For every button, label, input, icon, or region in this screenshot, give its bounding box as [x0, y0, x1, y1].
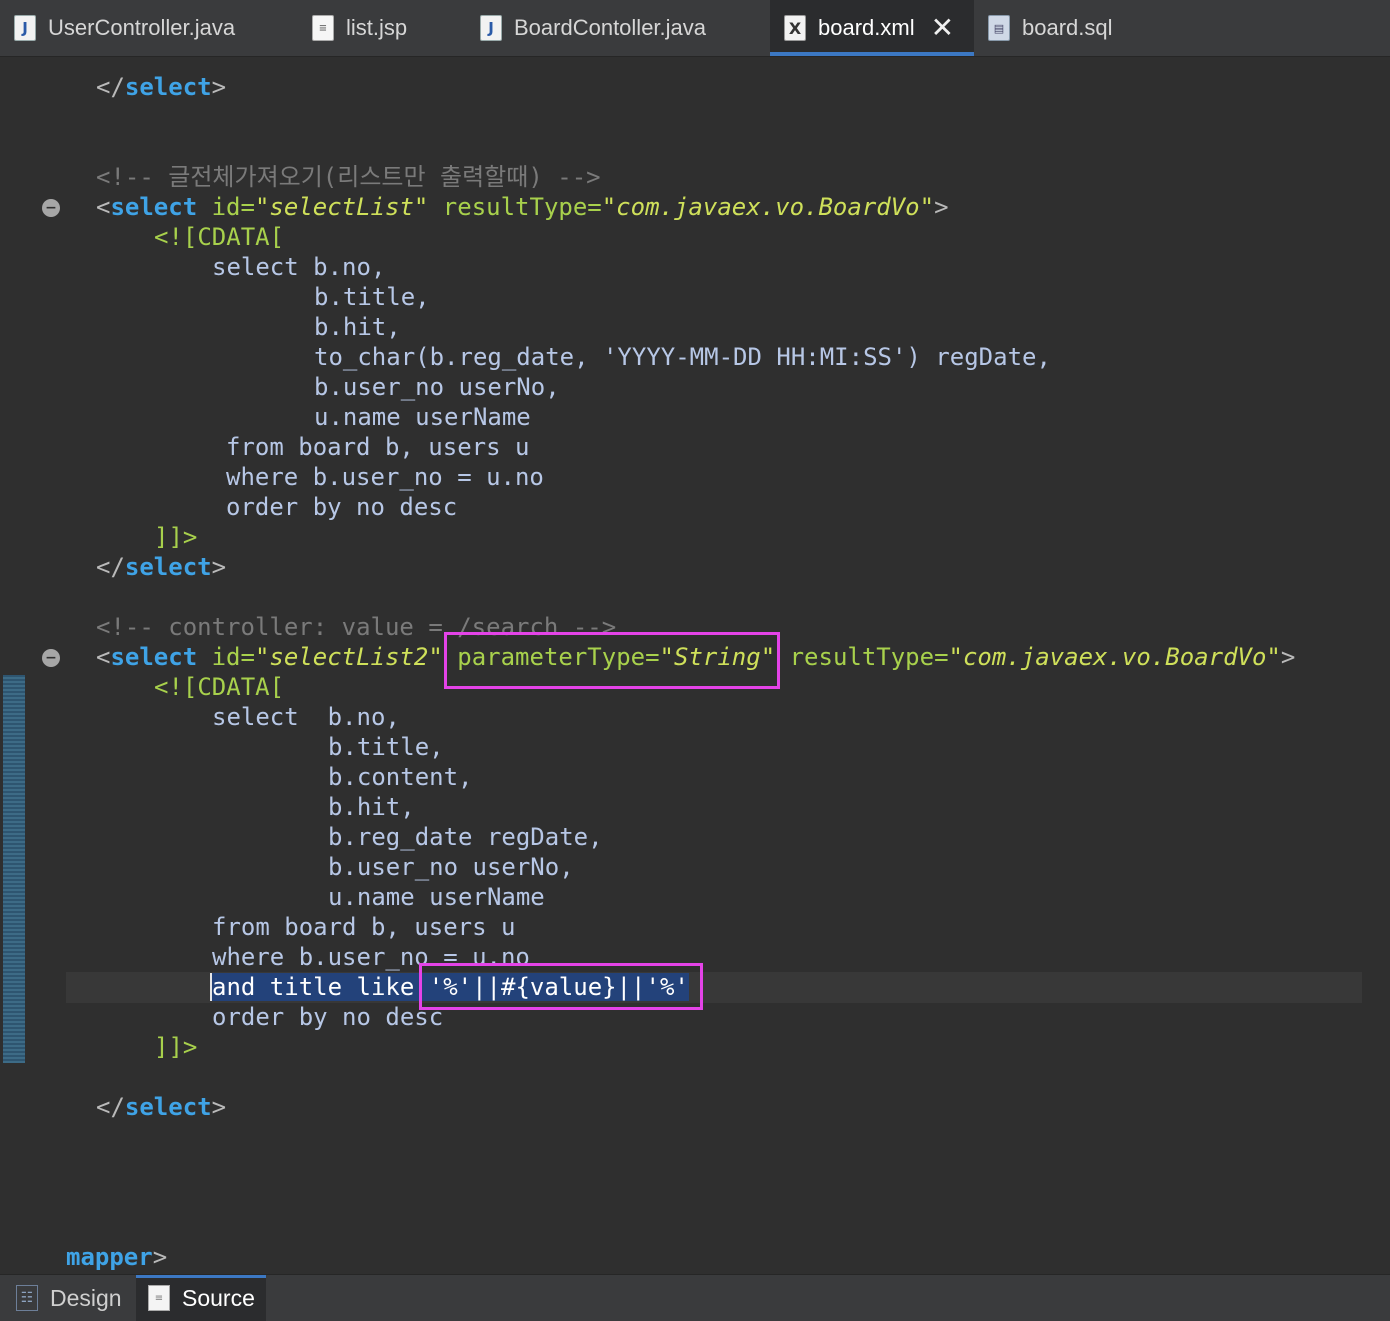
- sql-line: b.user_no userNo,: [328, 853, 574, 881]
- source-editor[interactable]: − − </select> <!-- 글전체가져오기(리스트만 출력할때) --…: [0, 57, 1390, 1273]
- tab-label: UserController.java: [48, 15, 236, 40]
- tab-boardcontoller-java[interactable]: J BoardContoller.java: [480, 0, 706, 56]
- java-file-icon: J: [14, 15, 36, 41]
- attribute-value: "com.javaex.vo.BoardVo": [948, 643, 1281, 671]
- bracket: >: [211, 1093, 227, 1121]
- sql-line: b.title,: [328, 733, 444, 761]
- bracket: <: [96, 193, 111, 221]
- sql-line: order by no desc: [226, 493, 458, 521]
- tab-board-xml[interactable]: X board.xml ✕: [770, 0, 974, 56]
- tag-name: select: [124, 553, 212, 581]
- bracket: >: [211, 553, 227, 581]
- tab-label: list.jsp: [346, 15, 408, 40]
- tab-label: Design: [50, 1284, 122, 1311]
- code-line: <select id="selectList" resultType="com.…: [96, 192, 949, 222]
- selected-text: and title like: [210, 973, 429, 1001]
- sql-line: from board b, users u: [226, 433, 530, 461]
- sql-line: select b.no,: [212, 253, 386, 281]
- attribute-value: "selectList": [254, 193, 429, 221]
- value-highlight-box: [419, 963, 703, 1010]
- tag-name: select: [124, 73, 212, 101]
- attribute-name: resultType=: [428, 193, 602, 221]
- tab-label: Source: [182, 1284, 255, 1311]
- tab-source[interactable]: ≡ Source: [136, 1275, 266, 1321]
- sql-line: b.reg_date regDate,: [328, 823, 603, 851]
- tab-label: board.sql: [1022, 15, 1113, 40]
- sql-line: b.user_no userNo,: [314, 373, 560, 401]
- tab-label: BoardContoller.java: [514, 15, 707, 40]
- sql-file-icon: ▤: [988, 15, 1010, 41]
- bracket: </: [96, 1093, 125, 1121]
- design-icon: ☷: [16, 1285, 38, 1311]
- bracket: </: [96, 73, 125, 101]
- tab-usercontroller-java[interactable]: J UserController.java: [14, 0, 235, 56]
- sql-line: b.hit,: [328, 793, 415, 821]
- attribute-value: "com.javaex.vo.BoardVo": [601, 193, 935, 221]
- sql-line: order by no desc: [212, 1003, 444, 1031]
- bracket: >: [1280, 643, 1296, 671]
- sql-line: where b.user_no = u.no: [226, 463, 544, 491]
- change-marker-bar: [3, 675, 25, 1063]
- code-line: </select>: [96, 72, 226, 102]
- tab-design[interactable]: ☷ Design: [16, 1275, 122, 1321]
- bracket: >: [934, 193, 949, 221]
- cdata-close: ]]>: [154, 523, 198, 551]
- xml-file-icon: X: [784, 15, 806, 41]
- fold-collapse-icon[interactable]: −: [42, 649, 60, 667]
- attribute-name: resultType=: [775, 643, 949, 671]
- sql-line: u.name userName: [314, 403, 531, 431]
- attribute-name: id=: [197, 643, 255, 671]
- parameter-type-highlight-box: [444, 632, 780, 689]
- sql-line: from board b, users u: [212, 913, 516, 941]
- tab-label: board.xml: [818, 15, 915, 40]
- bracket: <: [96, 643, 111, 671]
- tag-name: select: [110, 193, 198, 221]
- bracket: </: [96, 553, 125, 581]
- cdata-open: <![CDATA[: [154, 223, 285, 251]
- editor-tab-bar: J UserController.java ≡ list.jsp J Board…: [0, 0, 1390, 57]
- attribute-name: id=: [197, 193, 255, 221]
- tag-name: select: [110, 643, 198, 671]
- sql-line: u.name userName: [328, 883, 545, 911]
- code-line: mapper>: [66, 1242, 167, 1272]
- source-icon: ≡: [148, 1285, 170, 1311]
- sql-line: select b.no,: [212, 703, 400, 731]
- close-tab-icon[interactable]: ✕: [931, 14, 954, 42]
- fold-collapse-icon[interactable]: −: [42, 199, 60, 217]
- java-file-icon: J: [480, 15, 502, 41]
- bracket: >: [211, 73, 227, 101]
- cdata-close: ]]>: [154, 1033, 198, 1061]
- editor-mode-tabs: ☷ Design ≡ Source: [0, 1274, 1390, 1321]
- sql-line: b.content,: [328, 763, 473, 791]
- code-line: </select>: [96, 552, 226, 582]
- jsp-file-icon: ≡: [312, 15, 334, 41]
- bracket: >: [152, 1243, 168, 1271]
- sql-line: b.title,: [314, 283, 430, 311]
- tag-name: select: [124, 1093, 212, 1121]
- tab-board-sql[interactable]: ▤ board.sql: [988, 0, 1113, 56]
- tag-name: mapper: [66, 1243, 153, 1271]
- tab-list-jsp[interactable]: ≡ list.jsp: [312, 0, 407, 56]
- attribute-value: "selectList2": [254, 643, 443, 671]
- sql-line: b.hit,: [314, 313, 401, 341]
- comment-line: <!-- 글전체가져오기(리스트만 출력할때) -->: [96, 163, 601, 191]
- code-line: </select>: [96, 1092, 226, 1122]
- sql-line: to_char(b.reg_date, 'YYYY-MM-DD HH:MI:SS…: [314, 343, 1051, 371]
- cdata-open: <![CDATA[: [154, 673, 285, 701]
